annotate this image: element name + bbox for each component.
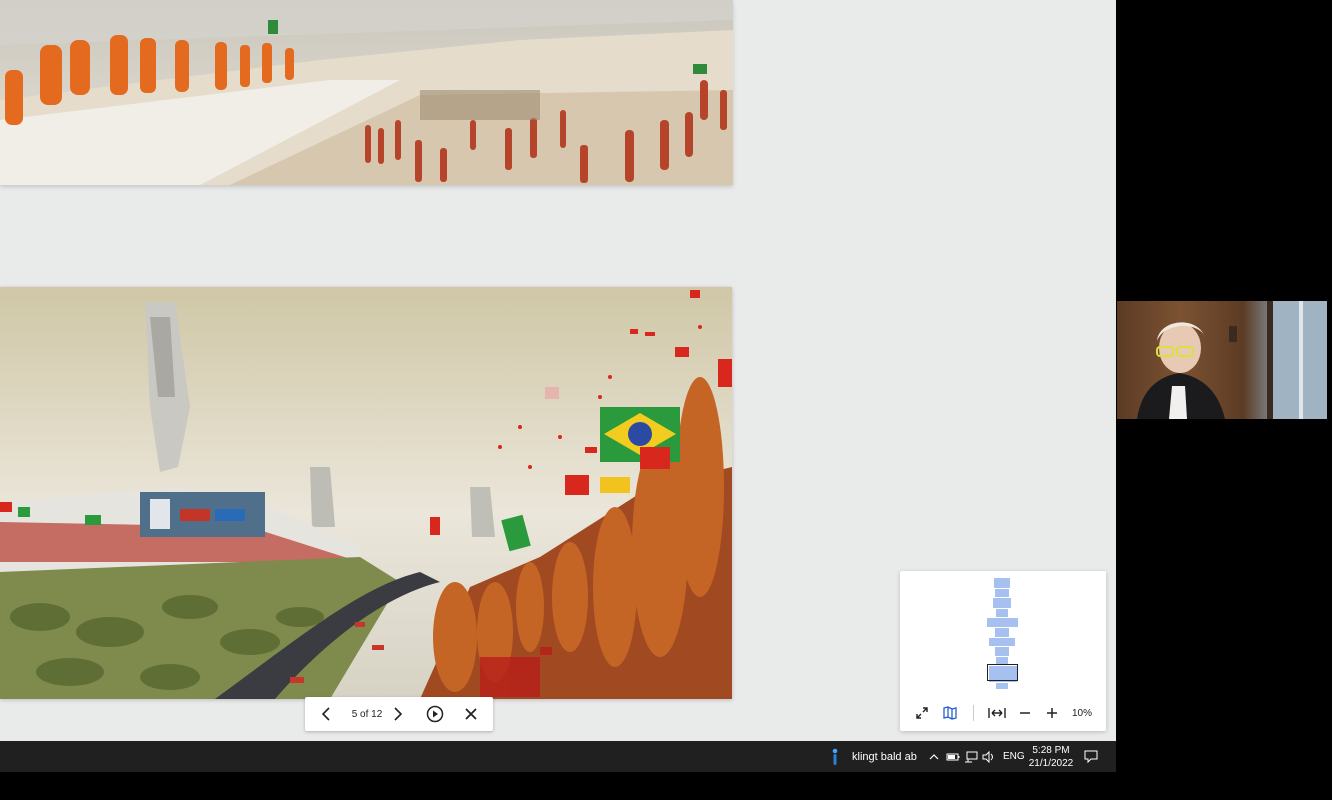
fit-width-icon [988, 708, 1006, 718]
battery-icon[interactable] [946, 741, 960, 772]
video-participant [1137, 301, 1327, 419]
slide-image-top [0, 0, 733, 185]
language-indicator[interactable]: ENG [1003, 741, 1025, 772]
page-thumbnail[interactable] [995, 628, 1009, 637]
page-thumbnail[interactable] [996, 609, 1008, 617]
toolbar-divider [973, 705, 974, 721]
expand-icon [916, 707, 928, 719]
page-navigation-bar: 5 of 12 [305, 697, 493, 731]
page-counter: 5 of 12 [351, 708, 383, 720]
clock[interactable]: 5:28 PM 21/1/2022 [1028, 741, 1074, 772]
page-thumbnail[interactable] [995, 589, 1009, 597]
page-thumbnail[interactable] [996, 683, 1008, 689]
zoom-in-button[interactable] [1043, 702, 1061, 724]
play-circle-icon [426, 705, 444, 723]
minus-icon [1020, 712, 1030, 714]
clock-date: 21/1/2022 [1028, 757, 1074, 769]
page-thumbnail[interactable] [995, 647, 1009, 656]
page-thumbnail[interactable] [993, 598, 1011, 608]
plus-icon [1047, 708, 1057, 718]
webcam-video-feed [1117, 301, 1327, 419]
play-slideshow-button[interactable] [422, 697, 448, 731]
toggle-overview-button[interactable] [941, 702, 959, 724]
map-icon [943, 706, 957, 720]
slide-image-current [0, 287, 732, 699]
next-page-button[interactable] [387, 697, 409, 731]
network-icon[interactable] [964, 741, 978, 772]
fullscreen-button[interactable] [913, 702, 931, 724]
volume-icon[interactable] [982, 741, 996, 772]
page-thumbnail[interactable] [994, 578, 1010, 588]
notification-person-icon[interactable] [831, 741, 843, 772]
viewport-indicator[interactable] [987, 664, 1018, 681]
previous-page-button[interactable] [315, 697, 337, 731]
zoom-out-button[interactable] [1016, 702, 1034, 724]
action-center-icon[interactable] [1084, 741, 1098, 772]
close-icon [465, 708, 477, 720]
clock-time: 5:28 PM [1032, 744, 1070, 756]
page-thumbnail[interactable] [989, 638, 1015, 646]
chevron-up-icon[interactable] [929, 741, 939, 772]
zoom-level[interactable]: 10% [1072, 702, 1100, 724]
fit-width-button[interactable] [987, 702, 1007, 724]
chevron-right-icon [394, 707, 403, 721]
close-button[interactable] [460, 697, 482, 731]
page-thumbnail[interactable] [987, 618, 1018, 627]
page-overview-panel: 10% [900, 571, 1106, 731]
stadium-concourse-illustration [0, 0, 733, 185]
racetrack-celebration-illustration [0, 287, 732, 699]
taskbar: klingt bald ab ENG 5:28 PM 21/1/2022 [0, 741, 1116, 772]
document-viewer: 5 of 12 10% [0, 0, 1116, 741]
notification-text[interactable]: klingt bald ab [852, 741, 917, 772]
chevron-left-icon [321, 707, 330, 721]
